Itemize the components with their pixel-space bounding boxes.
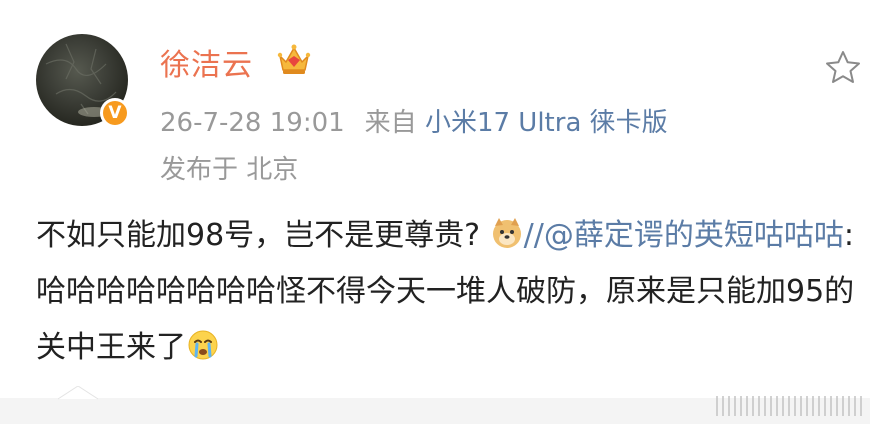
- content-text-1: 不如只能加98号，岂不是更尊贵?: [36, 218, 481, 253]
- location: 发布于 北京: [160, 155, 299, 185]
- timestamp[interactable]: 26-7-28 19:01: [160, 108, 345, 138]
- source-prefix: 来自: [364, 108, 417, 138]
- post-content: 不如只能加98号，岂不是更尊贵? //@薛定谔的英短咕咕咕:哈哈哈哈哈哈哈哈怪不…: [36, 208, 856, 376]
- comment-notch: [58, 386, 98, 400]
- repost-separator: //: [523, 218, 544, 253]
- source-link[interactable]: 小米17 Ultra 徕卡版: [425, 108, 668, 138]
- verified-badge-icon: V: [100, 98, 130, 128]
- star-outline-icon[interactable]: [824, 49, 862, 85]
- username[interactable]: 徐洁云: [160, 40, 253, 84]
- crying-emoji: [188, 330, 218, 360]
- mention-link[interactable]: @薛定谔的英短咕咕咕: [544, 218, 844, 253]
- watermark-pattern: [716, 396, 866, 416]
- vip-crown-icon[interactable]: [276, 42, 312, 76]
- post-meta: 26-7-28 19:01 来自 小米17 Ultra 徕卡版: [160, 102, 668, 139]
- verified-badge-letter: V: [103, 101, 127, 125]
- doge-emoji: [492, 218, 521, 248]
